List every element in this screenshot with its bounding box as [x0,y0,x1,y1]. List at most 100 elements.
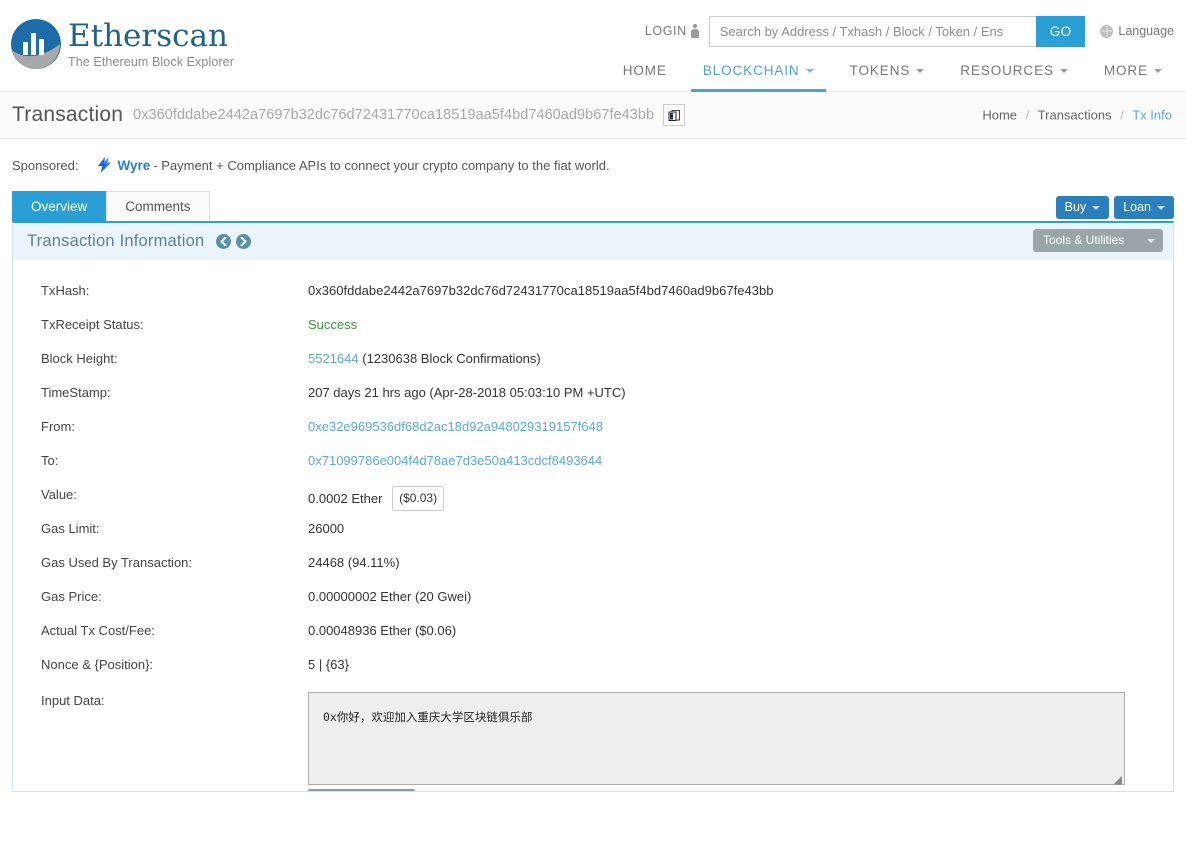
chevron-down-icon [1147,238,1155,243]
nav-item-resources[interactable]: RESOURCES [942,63,1086,91]
search-input[interactable] [708,15,1036,47]
tab-action-buttons: Buy Loan [1055,196,1174,219]
sponsor-name-link[interactable]: Wyre [118,158,151,173]
logo-subtitle: The Ethereum Block Explorer [68,55,234,69]
row-value-txhash: 0x360fddabe2442a7697b32dc76d72431770ca18… [308,283,774,298]
copy-icon[interactable] [663,104,686,126]
loan-label: Loan [1123,200,1151,214]
wyre-bolt-icon [97,157,112,173]
row-label: Gas Price: [41,589,102,604]
row-label: Block Height: [41,351,118,366]
detail-row-nonce: Nonce & {Position}: 5 | {63} [13,656,1173,690]
detail-row-block-height: Block Height: 5521644 (1230638 Block Con… [13,350,1173,384]
person-icon [690,24,699,38]
card-header: Transaction Information Tools & Utilitie… [13,223,1173,260]
card-title: Transaction Information [27,232,205,250]
site-logo[interactable]: Etherscan The Ethereum Block Explorer [8,16,234,72]
breadcrumb-separator: / [1120,107,1124,123]
header-utility-bar: LOGIN GO Language [645,15,1186,47]
detail-row-gas-used: Gas Used By Transaction: 24468 (94.11%) [13,554,1173,588]
chevron-down-icon [1157,205,1165,210]
detail-row-tx-fee: Actual Tx Cost/Fee: 0.00048936 Ether ($0… [13,622,1173,656]
row-label: Gas Used By Transaction: [41,555,193,570]
nav-label: RESOURCES [960,63,1054,78]
detail-row-from: From: 0xe32e969536df68d2ac18d92a94802931… [13,418,1173,452]
page-title-bar: Transaction 0x360fddabe2442a7697b32dc76d… [0,92,1186,139]
login-button[interactable]: LOGIN [645,24,699,38]
main-navigation: HOME BLOCKCHAIN TOKENS RESOURCES MORE [605,51,1180,92]
detail-row-gas-limit: Gas Limit: 26000 [13,520,1173,554]
detail-row-receipt-status: TxReceipt Status: Success [13,316,1173,350]
view-input-as-dropdown[interactable]: View Input As [308,789,415,791]
breadcrumb: Home / Transactions / Tx Info [982,108,1172,123]
block-confirmations-text: (1230638 Block Confirmations) [362,351,541,366]
detail-row-to: To: 0x71099786e004f4d78ae7d3e50a413cdcf8… [13,452,1173,486]
detail-row-input-data: Input Data: ◢ View Input As [13,692,1173,791]
nav-label: TOKENS [849,63,911,78]
breadcrumb-home[interactable]: Home [982,108,1017,123]
nav-item-more[interactable]: MORE [1086,63,1180,91]
nav-item-blockchain[interactable]: BLOCKCHAIN [685,63,832,92]
breadcrumb-current: Tx Info [1132,107,1172,123]
detail-row-value: Value: 0.0002 Ether ($0.03) [13,486,1173,520]
to-address-link[interactable]: 0x71099786e004f4d78ae7d3e50a413cdcf84936… [308,453,602,468]
value-ether: 0.0002 Ether [308,491,383,506]
sponsored-label: Sponsored: [12,157,79,173]
row-value-timestamp: 207 days 21 hrs ago (Apr-28-2018 05:03:1… [308,385,626,400]
transaction-details-list: TxHash: 0x360fddabe2442a7697b32dc76d7243… [13,260,1173,791]
tab-overview[interactable]: Overview [12,191,107,221]
row-label: Actual Tx Cost/Fee: [41,623,155,638]
search-box: GO [708,15,1086,47]
row-value-gas-used: 24468 (94.11%) [308,555,400,570]
nav-item-home[interactable]: HOME [605,63,685,91]
row-value-gas-limit: 26000 [308,521,345,536]
row-label: From: [41,419,75,434]
chevron-down-icon [805,69,814,73]
sponsor-description: - Payment + Compliance APIs to connect y… [153,157,610,173]
tab-comments[interactable]: Comments [106,191,210,221]
search-go-button[interactable]: GO [1035,15,1086,47]
nav-item-tokens[interactable]: TOKENS [832,63,943,91]
breadcrumb-transactions[interactable]: Transactions [1038,108,1112,123]
transaction-card: Transaction Information Tools & Utilitie… [12,221,1174,792]
row-label: To: [41,453,59,468]
login-label: LOGIN [644,24,687,38]
buy-button[interactable]: Buy [1055,196,1110,219]
block-height-link[interactable]: 5521644 [308,351,359,366]
globe-icon [1100,24,1114,38]
card-nav-arrows [216,234,252,249]
row-label: Input Data: [41,693,105,708]
main-content: Overview Comments Buy Loan Transaction I… [0,191,1186,792]
nav-label: BLOCKCHAIN [702,63,800,78]
page-title: Transaction [12,103,124,126]
nav-label: HOME [622,63,667,78]
row-label: Value: [41,487,77,502]
tools-utilities-dropdown[interactable]: Tools & Utilities [1033,229,1163,252]
page-title-hash: 0x360fddabe2442a7697b32dc76d72431770ca18… [133,107,655,123]
chevron-right-circle-icon[interactable] [236,234,252,249]
chevron-down-icon [1154,69,1162,73]
sponsored-banner: Sponsored: Wyre - Payment + Compliance A… [0,139,1186,191]
chevron-down-icon [916,69,925,73]
value-usd-badge: ($0.03) [392,486,445,511]
row-value-gas-price: 0.00000002 Ether (20 Gwei) [308,589,472,604]
row-label: Gas Limit: [41,521,100,536]
nav-label: MORE [1103,63,1148,78]
status-badge: Success [308,317,358,332]
row-label: TxReceipt Status: [41,317,144,332]
etherscan-logo-icon [8,16,64,72]
loan-button[interactable]: Loan [1114,196,1174,219]
breadcrumb-separator: / [1025,107,1030,123]
from-address-link[interactable]: 0xe32e969536df68d2ac18d92a948029319157f6… [308,419,603,434]
chevron-down-icon [1059,69,1068,73]
row-value-nonce: 5 | {63} [308,657,349,672]
tools-label: Tools & Utilities [1043,233,1125,247]
row-label: TxHash: [41,283,90,298]
chevron-left-circle-icon[interactable] [216,234,232,249]
input-data-textarea[interactable] [308,692,1125,785]
row-label: Nonce & {Position}: [41,657,154,672]
detail-row-gas-price: Gas Price: 0.00000002 Ether (20 Gwei) [13,588,1173,622]
language-selector[interactable]: Language [1100,24,1174,38]
row-value-tx-fee: 0.00048936 Ether ($0.06) [308,623,457,638]
language-label: Language [1118,24,1174,38]
